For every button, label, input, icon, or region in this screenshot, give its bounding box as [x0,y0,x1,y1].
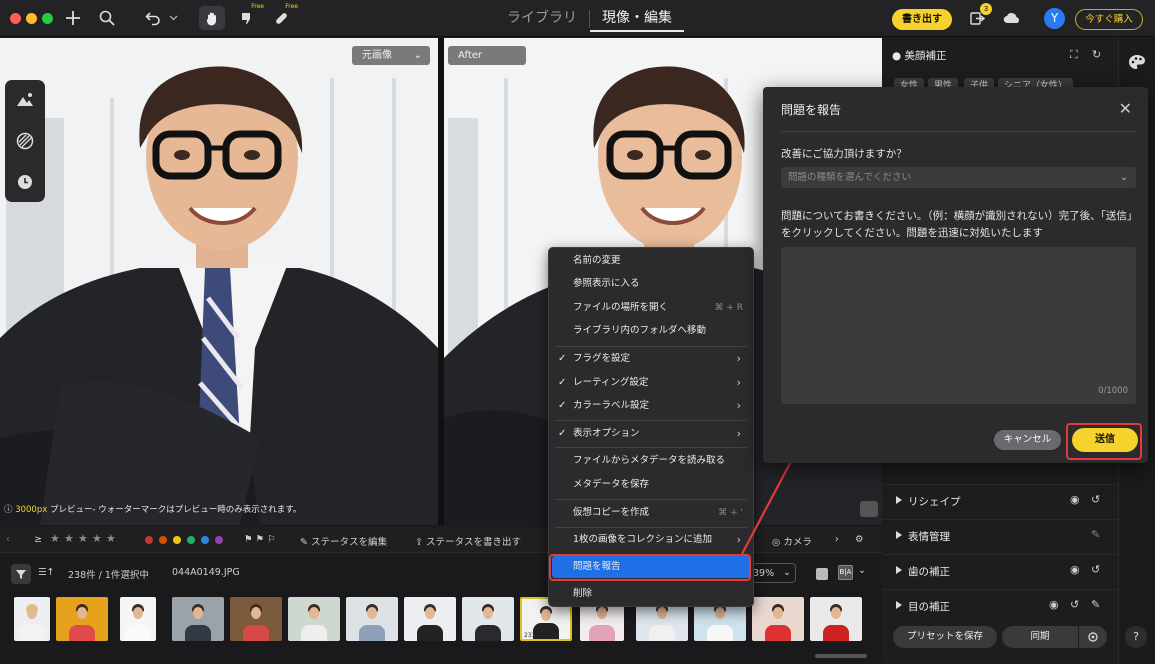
dialog-title: 問題を報告 [781,103,842,117]
close-icon[interactable]: ✕ [1119,99,1132,118]
issue-type-select[interactable]: 問題の種類を選んでください ⌄ [781,167,1136,188]
dialog-divider [781,131,1136,132]
highlight-box [1066,423,1142,460]
chevron-down-icon: ⌄ [1120,172,1128,183]
dialog-description: 問題についてお書きください。（例：横顔が識別されない）完了後、「送信」をクリック… [781,210,1138,239]
report-issue-dialog: 問題を報告 ✕ 改善にご協力頂けますか？ 問題の種類を選んでください ⌄ 問題に… [763,87,1148,463]
issue-description-textarea[interactable]: 0/1000 [781,247,1136,404]
issue-type-placeholder: 問題の種類を選んでください [788,172,912,183]
cancel-button[interactable]: キャンセル [994,430,1061,450]
dialog-question: 改善にご協力頂けますか？ [781,148,907,160]
character-counter: 0/1000 [1098,386,1128,396]
